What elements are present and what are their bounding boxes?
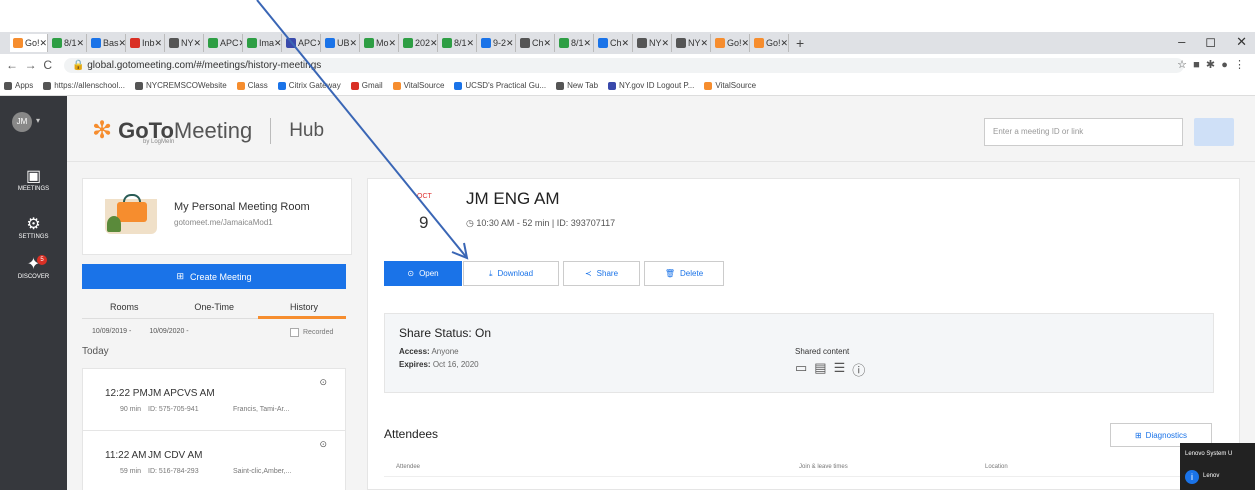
annotation-arrow [256, 0, 469, 260]
